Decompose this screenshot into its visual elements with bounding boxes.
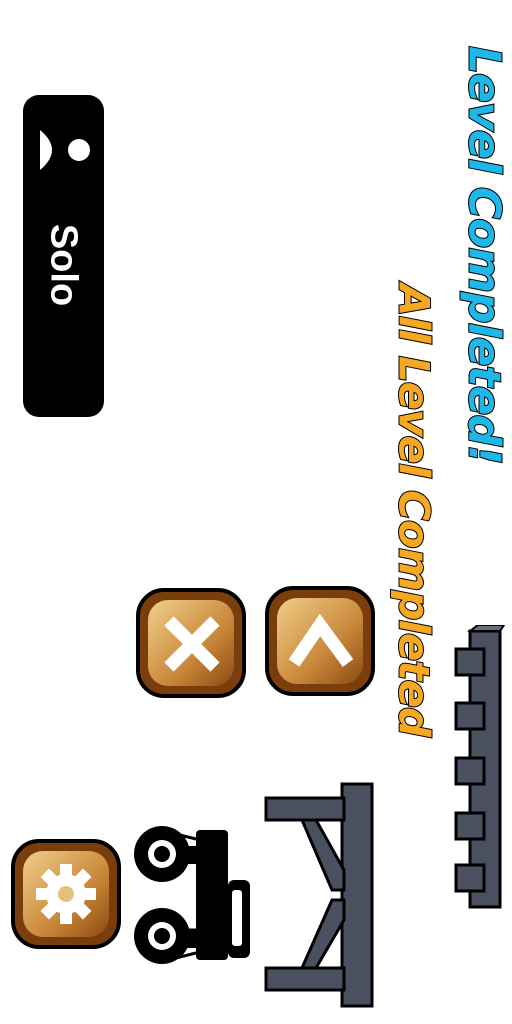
all-level-completed-title: All Level Completed: [389, 283, 440, 737]
level-completed-title: Level Completed!: [458, 45, 511, 465]
person-icon: [40, 130, 90, 170]
close-button[interactable]: [135, 587, 247, 699]
gear-icon: [36, 864, 96, 924]
stand-structure: [264, 782, 374, 1008]
back-button[interactable]: [264, 585, 376, 697]
solo-label: Solo: [42, 223, 85, 307]
girder-platform: [454, 625, 506, 909]
settings-button[interactable]: [10, 838, 122, 950]
wheel-icon: [134, 826, 190, 882]
monster-truck-icon: [134, 826, 250, 964]
